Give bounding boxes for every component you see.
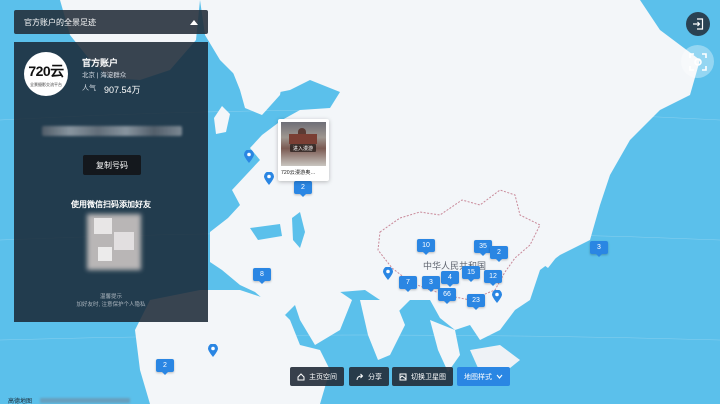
profile-panel: 720云 全景摄影交流平台 官方账户 北京 | 海淀群众 人气 907.54万 …	[14, 42, 208, 322]
map-style-label: 地图样式	[464, 373, 492, 381]
cluster-badge[interactable]: 2	[156, 359, 174, 375]
home-icon	[297, 372, 305, 380]
qr-block	[114, 232, 134, 250]
panel-header[interactable]: 官方账户的全景足迹	[14, 10, 208, 34]
panel-title: 官方账户的全景足迹	[24, 17, 96, 27]
location-pin-icon[interactable]	[208, 344, 218, 357]
account-number-blurred	[42, 126, 182, 136]
popularity-value: 907.54万	[104, 85, 141, 95]
copy-number-button[interactable]: 复制号码	[83, 155, 141, 175]
enter-tour-button[interactable]: 进入漫游	[290, 144, 316, 152]
panorama-popup[interactable]: 进入漫游 720云漫游奥…	[278, 119, 329, 181]
cluster-badge[interactable]: 8	[253, 268, 271, 284]
exit-button[interactable]	[686, 12, 710, 36]
cluster-badge[interactable]: 12	[484, 270, 502, 286]
satellite-label: 切换卫星图	[411, 373, 446, 381]
cluster-badge[interactable]: 2	[490, 246, 508, 262]
popularity-label: 人气	[82, 85, 96, 92]
chevron-up-icon[interactable]	[190, 19, 198, 25]
qr-block	[98, 247, 112, 261]
exit-icon	[693, 18, 704, 30]
home-space-label: 主页空间	[309, 373, 337, 381]
cluster-badge[interactable]: 3	[422, 276, 440, 292]
map-style-button[interactable]: 地图样式	[457, 367, 510, 386]
location-pin-icon[interactable]	[244, 150, 254, 163]
cluster-badge[interactable]: 3	[590, 241, 608, 257]
satellite-icon	[399, 373, 407, 380]
account-name: 官方账户	[82, 58, 119, 68]
cluster-badge[interactable]: 23	[467, 294, 485, 310]
tip-title: 温馨提示	[99, 294, 122, 300]
share-label: 分享	[368, 373, 382, 381]
scan-icon	[688, 52, 707, 71]
location-pin-icon[interactable]	[492, 290, 502, 303]
thumbnail-building	[289, 134, 317, 144]
chevron-down-icon	[496, 374, 503, 379]
logo-text: 720云	[28, 62, 64, 79]
avatar: 720云 全景摄影交流平台	[24, 52, 68, 96]
logo-subtext: 全景摄影交流平台	[30, 81, 62, 87]
cluster-badge[interactable]: 15	[462, 266, 480, 282]
home-space-button[interactable]: 主页空间	[290, 367, 344, 386]
cluster-badge[interactable]: 10	[417, 239, 435, 255]
wechat-label: 使用微信扫码添加好友	[71, 200, 151, 209]
tip-text: 加好友时, 注意保护个人隐私	[76, 302, 146, 308]
account-location: 北京 | 海淀群众	[82, 72, 127, 79]
panorama-thumbnail[interactable]: 进入漫游	[281, 122, 326, 166]
map-attribution: 高德地图	[8, 399, 33, 404]
cluster-badge[interactable]: 2	[294, 181, 312, 197]
map-view[interactable]: 官方账户的全景足迹 720云 全景摄影交流平台 官方账户 北京 | 海淀群众 人…	[0, 0, 720, 404]
share-icon	[356, 373, 364, 380]
panorama-caption: 720云漫游奥…	[281, 170, 316, 176]
scan-button[interactable]	[681, 45, 714, 78]
location-pin-icon[interactable]	[383, 267, 393, 280]
cluster-badge[interactable]: 66	[438, 288, 456, 304]
cluster-badge[interactable]: 7	[399, 276, 417, 292]
share-button[interactable]: 分享	[349, 367, 389, 386]
cluster-badge[interactable]: 4	[441, 271, 459, 287]
satellite-toggle-button[interactable]: 切换卫星图	[392, 367, 453, 386]
attribution-blurred	[40, 398, 130, 403]
location-pin-icon[interactable]	[264, 172, 274, 185]
qr-block	[94, 218, 112, 234]
